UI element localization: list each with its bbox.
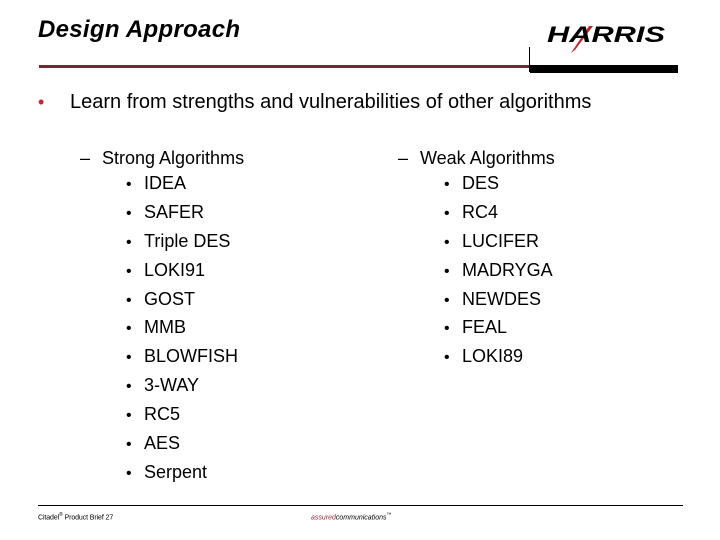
header-rule: [39, 65, 530, 68]
column-heading: – Weak Algorithms: [398, 148, 555, 173]
item-text: MADRYGA: [462, 259, 553, 280]
footer-product-text: Product Brief 27: [62, 514, 114, 522]
logo-text: HARRIS: [547, 22, 665, 47]
bullet-icon: •: [444, 349, 450, 367]
list-item: • DES: [444, 173, 555, 202]
list-item: • LUCIFER: [444, 231, 555, 260]
weak-algorithms-list: • DES • RC4 • LUCIFER • MADRYGA • NEWDES • FEA…: [398, 173, 555, 375]
dash-icon: –: [80, 148, 91, 168]
main-bullet-item: • Learn from strengths and vulnerabiliti…: [38, 91, 591, 114]
list-item: • MADRYGA: [444, 260, 555, 289]
tagline-assured: assured: [311, 514, 336, 522]
bullet-icon: •: [126, 262, 132, 280]
list-item: • 3-WAY: [126, 375, 244, 404]
list-item: • BLOWFISH: [126, 346, 244, 375]
list-item: • LOKI91: [126, 260, 244, 289]
item-text: DES: [462, 173, 500, 193]
bullet-icon: •: [444, 233, 450, 251]
bullet-icon: •: [126, 176, 132, 193]
footer-product-label: Citadel® Product Brief 27: [38, 512, 113, 521]
bullet-icon: •: [444, 262, 450, 280]
bullet-icon: •: [126, 378, 132, 396]
bullet-icon: •: [126, 320, 132, 338]
list-item: • IDEA: [126, 173, 244, 202]
item-text: Triple DES: [144, 230, 231, 251]
harris-logo: HARRIS: [547, 22, 665, 53]
bullet-icon: •: [126, 349, 132, 367]
strong-algorithms-list: • IDEA • SAFER • Triple DES • LOKI91 • GOST •…: [80, 173, 244, 491]
bullet-icon: •: [444, 291, 450, 309]
header-rule-bar: [530, 65, 678, 73]
strong-algorithms-column: – Strong Algorithms • IDEA • SAFER • Triple…: [80, 148, 244, 491]
list-item: • FEAL: [444, 317, 555, 346]
item-text: FEAL: [462, 317, 508, 338]
list-item: • LOKI89: [444, 346, 555, 375]
footer-tagline: assuredcommunications™: [311, 512, 391, 521]
footer-brand: Citadel: [38, 514, 60, 522]
list-item: • AES: [126, 433, 244, 462]
item-text: Serpent: [144, 461, 208, 482]
footer-rule: [38, 505, 683, 506]
bullet-icon: •: [444, 176, 450, 193]
bullet-icon: •: [126, 291, 132, 309]
item-text: SAFER: [144, 201, 205, 222]
list-item: • NEWDES: [444, 289, 555, 318]
item-text: RC4: [462, 201, 499, 222]
trademark-mark: ™: [386, 512, 392, 518]
list-item: • Serpent: [126, 462, 244, 491]
slide-title: Design Approach: [38, 16, 241, 43]
tagline-communications: communications: [335, 514, 387, 522]
item-text: MMB: [144, 317, 186, 338]
bullet-icon: •: [126, 233, 132, 251]
item-text: IDEA: [144, 173, 187, 193]
list-item: • GOST: [126, 289, 244, 318]
weak-algorithms-column: – Weak Algorithms • DES • RC4 • LUCIFER • MA…: [398, 148, 555, 375]
heading-text: Weak Algorithms: [420, 148, 555, 168]
item-text: NEWDES: [462, 288, 542, 309]
list-item: • Triple DES: [126, 231, 244, 260]
item-text: BLOWFISH: [144, 346, 239, 367]
list-item: • MMB: [126, 317, 244, 346]
main-bullet-text: Learn from strengths and vulnerabilities…: [70, 91, 592, 113]
bullet-icon: •: [126, 407, 132, 425]
heading-text: Strong Algorithms: [102, 148, 245, 168]
item-text: LOKI91: [144, 259, 206, 280]
list-item: • RC4: [444, 202, 555, 231]
list-item: • SAFER: [126, 202, 244, 231]
dash-icon: –: [398, 148, 409, 168]
item-text: AES: [144, 433, 181, 454]
item-text: LUCIFER: [462, 230, 540, 251]
item-text: RC5: [144, 404, 181, 425]
bullet-icon: •: [126, 204, 132, 222]
bullet-icon: •: [444, 204, 450, 222]
item-text: GOST: [144, 288, 196, 309]
bullet-icon: •: [126, 436, 132, 454]
bullet-icon: •: [444, 320, 450, 338]
item-text: 3-WAY: [144, 375, 200, 396]
column-heading: – Strong Algorithms: [80, 148, 244, 173]
list-item: • RC5: [126, 404, 244, 433]
bullet-icon: •: [38, 92, 45, 112]
bullet-icon: •: [126, 464, 132, 482]
item-text: LOKI89: [462, 346, 524, 367]
